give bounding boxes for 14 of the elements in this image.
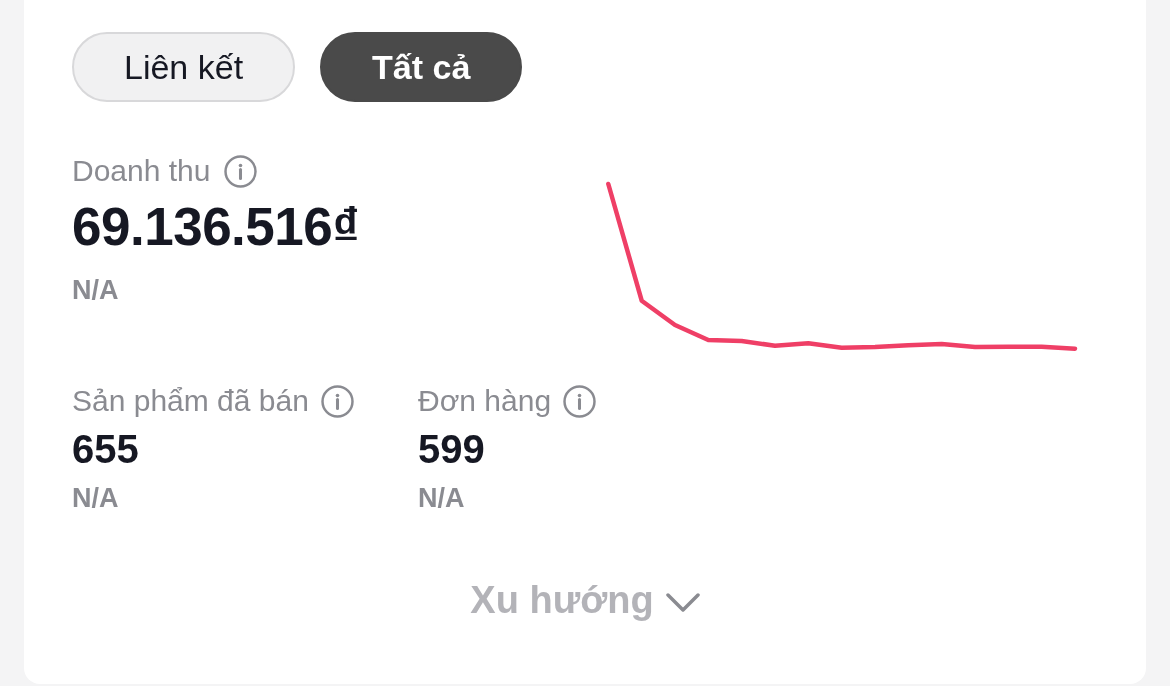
info-icon[interactable]: [320, 384, 354, 418]
filter-tab[interactable]: Liên kết: [72, 32, 296, 102]
metric-value: 655: [72, 426, 139, 472]
change-text: N/A: [72, 275, 119, 305]
metric-label: Đơn hàng: [418, 383, 552, 419]
metric-label: Sản phẩm đã bán: [72, 383, 309, 419]
change-text: N/A: [418, 483, 465, 513]
change-text: N/A: [72, 483, 119, 513]
filter-tab[interactable]: Tất cả: [320, 32, 523, 102]
revenue-value: 69.136.516₫: [72, 197, 359, 257]
info-icon[interactable]: [224, 154, 258, 188]
metric-value: 599: [418, 426, 485, 472]
info-icon[interactable]: [563, 384, 597, 418]
metric-label: Doanh thu: [72, 153, 211, 189]
